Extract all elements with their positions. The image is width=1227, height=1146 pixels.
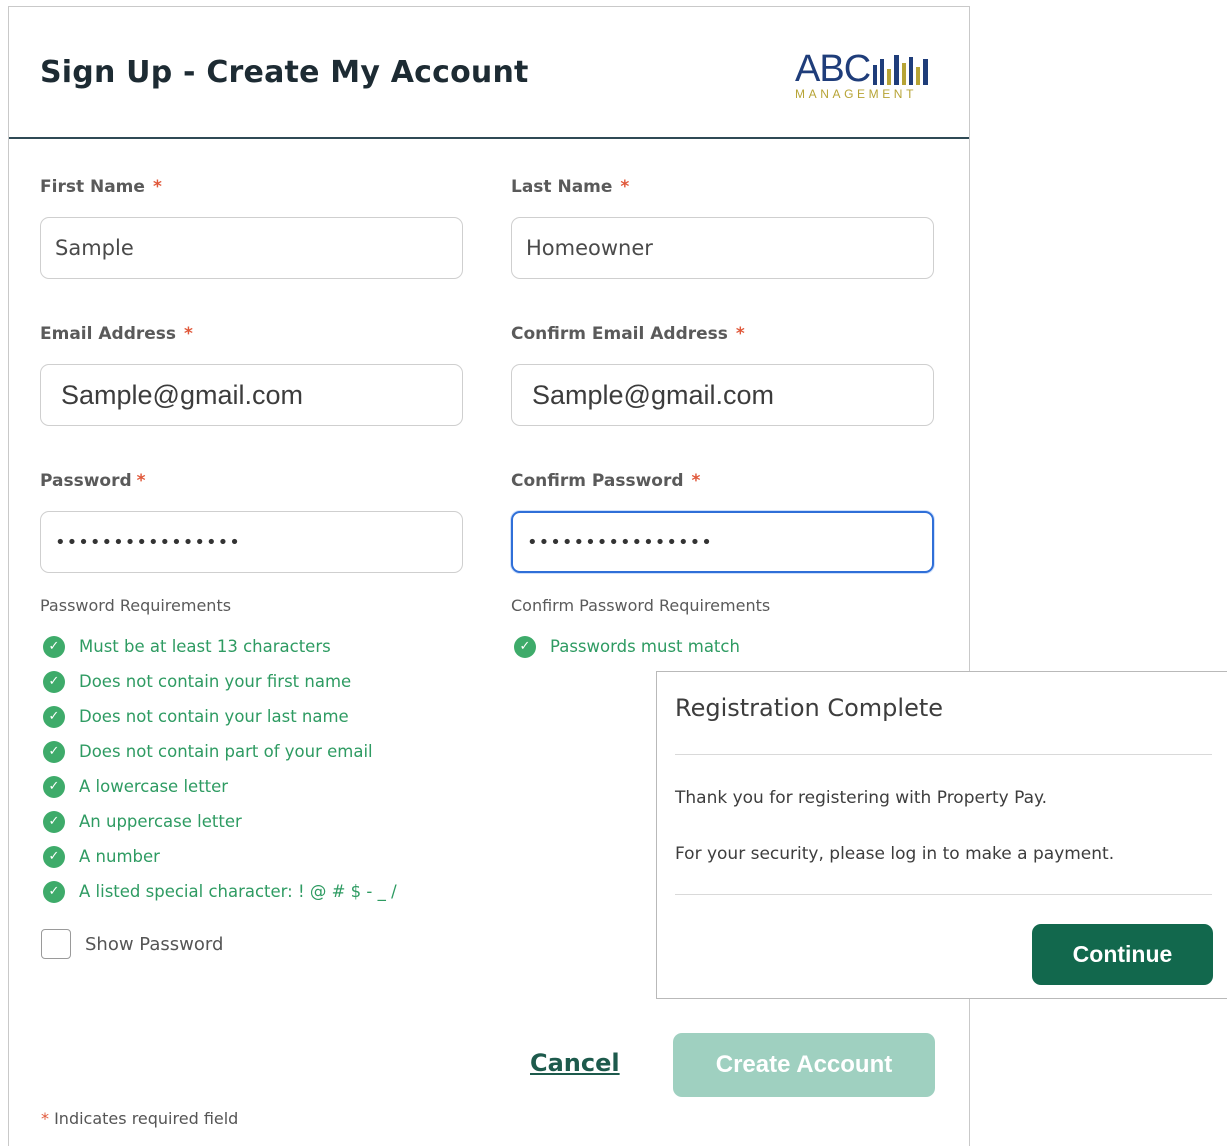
required-star: *	[620, 177, 630, 197]
required-field-note: * Indicates required field	[41, 1109, 238, 1128]
email-label: Email Address *	[40, 324, 193, 344]
password-label-text: Password	[40, 471, 132, 491]
requirement-text: A number	[79, 847, 160, 866]
check-circle-icon: ✓	[43, 810, 65, 833]
continue-button[interactable]: Continue	[1032, 924, 1213, 985]
requirement-item: ✓ Must be at least 13 characters	[43, 629, 397, 664]
check-circle-icon: ✓	[43, 740, 65, 763]
required-star: *	[691, 471, 701, 491]
page-title: Sign Up - Create My Account	[40, 55, 529, 90]
check-circle-icon: ✓	[43, 880, 65, 903]
dialog-message: For your security, please log in to make…	[675, 844, 1115, 864]
requirement-text: Does not contain part of your email	[79, 742, 373, 761]
dialog-title: Registration Complete	[675, 694, 944, 722]
required-star: *	[41, 1109, 49, 1128]
first-name-value: Sample	[55, 236, 134, 260]
check-circle-icon: ✓	[514, 635, 536, 658]
last-name-input[interactable]: Homeowner	[511, 217, 934, 279]
check-circle-icon: ✓	[43, 775, 65, 798]
confirm-password-label-text: Confirm Password	[511, 471, 684, 491]
create-account-button[interactable]: Create Account	[673, 1033, 935, 1097]
requirement-text: Passwords must match	[550, 637, 740, 656]
requirement-text: Does not contain your last name	[79, 707, 349, 726]
confirm-email-value: Sample@gmail.com	[532, 379, 774, 410]
email-input[interactable]: Sample@gmail.com	[40, 364, 463, 426]
password-input[interactable]: ••••••••••••••••	[40, 511, 463, 573]
confirm-password-input[interactable]: ••••••••••••••••	[511, 511, 934, 573]
required-star: *	[152, 177, 162, 197]
confirm-email-label-text: Confirm Email Address	[511, 324, 728, 344]
email-label-text: Email Address	[40, 324, 177, 344]
password-requirements-title: Password Requirements	[40, 596, 232, 615]
panel-header: Sign Up - Create My Account ABC MANAGEME…	[9, 7, 969, 139]
requirement-item: ✓ A number	[43, 839, 397, 874]
requirement-text: A listed special character: ! @ # $ - _ …	[79, 882, 397, 901]
last-name-value: Homeowner	[526, 236, 653, 260]
logo-bars-icon	[873, 55, 928, 85]
first-name-input[interactable]: Sample	[40, 217, 463, 279]
dialog-message: Thank you for registering with Property …	[675, 788, 1048, 808]
last-name-label-text: Last Name	[511, 177, 613, 197]
cancel-link[interactable]: Cancel	[530, 1049, 620, 1077]
first-name-label: First Name *	[40, 177, 162, 197]
requirement-text: An uppercase letter	[79, 812, 242, 831]
abc-management-logo: ABC MANAGEMENT	[795, 49, 935, 101]
required-note-text: Indicates required field	[49, 1109, 239, 1128]
required-star: *	[735, 324, 745, 344]
password-requirements-list: ✓ Must be at least 13 characters ✓ Does no…	[43, 629, 397, 909]
registration-complete-dialog: Registration Complete Thank you for regi…	[656, 671, 1227, 999]
confirm-email-input[interactable]: Sample@gmail.com	[511, 364, 934, 426]
requirement-item: ✓ A lowercase letter	[43, 769, 397, 804]
requirement-item: ✓ Does not contain your first name	[43, 664, 397, 699]
dialog-divider	[675, 754, 1212, 755]
requirement-item: ✓ A listed special character: ! @ # $ - _…	[43, 874, 397, 909]
email-value: Sample@gmail.com	[61, 379, 303, 410]
password-label: Password *	[40, 471, 146, 491]
requirement-item: ✓ Does not contain part of your email	[43, 734, 397, 769]
check-circle-icon: ✓	[43, 705, 65, 728]
requirement-text: Does not contain your first name	[79, 672, 352, 691]
check-circle-icon: ✓	[43, 635, 65, 658]
confirm-password-requirements-title: Confirm Password Requirements	[511, 596, 771, 615]
confirm-password-label: Confirm Password *	[511, 471, 700, 491]
last-name-label: Last Name *	[511, 177, 629, 197]
logo-management-text: MANAGEMENT	[795, 87, 918, 101]
confirm-requirement-item: ✓ Passwords must match	[514, 629, 740, 664]
show-password-checkbox[interactable]	[41, 929, 71, 959]
requirement-item: ✓ An uppercase letter	[43, 804, 397, 839]
password-value: ••••••••••••••••	[55, 531, 241, 553]
requirement-text: Must be at least 13 characters	[79, 637, 331, 656]
show-password-toggle[interactable]: Show Password	[41, 929, 223, 959]
check-circle-icon: ✓	[43, 845, 65, 868]
first-name-label-text: First Name	[40, 177, 145, 197]
required-star: *	[184, 324, 193, 344]
required-star: *	[136, 471, 146, 491]
confirm-password-value: ••••••••••••••••	[527, 531, 713, 553]
show-password-label: Show Password	[85, 933, 224, 955]
logo-abc-text: ABC	[795, 48, 871, 90]
dialog-divider	[675, 894, 1212, 895]
confirm-email-label: Confirm Email Address *	[511, 324, 745, 344]
check-circle-icon: ✓	[43, 670, 65, 693]
requirement-item: ✓ Does not contain your last name	[43, 699, 397, 734]
requirement-text: A lowercase letter	[79, 777, 229, 796]
